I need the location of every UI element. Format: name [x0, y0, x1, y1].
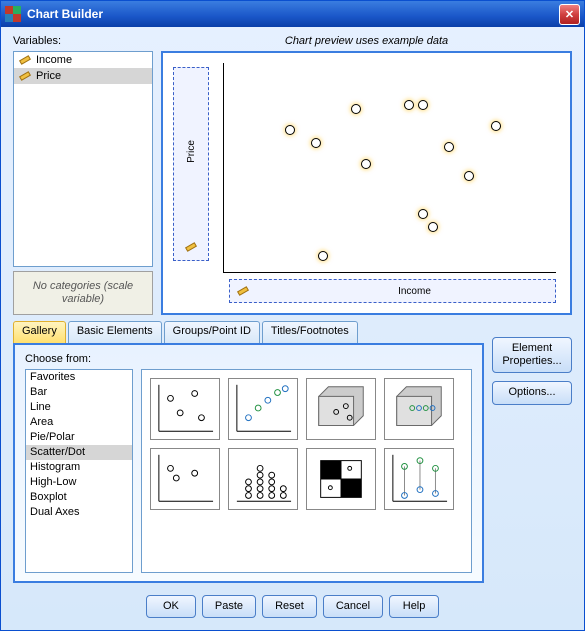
- type-item-line[interactable]: Line: [26, 400, 132, 415]
- gallery-row: FavoritesBarLineAreaPie/PolarScatter/Dot…: [25, 369, 472, 573]
- preview-dot: [444, 142, 454, 152]
- paste-button[interactable]: Paste: [202, 595, 256, 618]
- type-item-high-low[interactable]: High-Low: [26, 475, 132, 490]
- preview-dot: [404, 100, 414, 110]
- thumb-simple-dot[interactable]: [150, 448, 220, 510]
- chart-builder-window: Chart Builder ✕ Variables: Income: [0, 0, 585, 631]
- scatter-canvas: [223, 63, 556, 273]
- bottom-buttons: OK Paste Reset Cancel Help: [13, 589, 572, 622]
- close-button[interactable]: ✕: [559, 4, 580, 25]
- chart-preview[interactable]: Price Income: [161, 51, 572, 315]
- scale-icon: [18, 53, 32, 67]
- scale-icon: [184, 240, 198, 254]
- options-button[interactable]: Options...: [492, 381, 572, 404]
- content: Variables: Income Price: [1, 27, 584, 630]
- preview-dot: [311, 138, 321, 148]
- tab-titles-footnotes[interactable]: Titles/Footnotes: [262, 321, 358, 343]
- type-item-pie-polar[interactable]: Pie/Polar: [26, 430, 132, 445]
- element-properties-button[interactable]: Element Properties...: [492, 337, 572, 373]
- variables-list[interactable]: Income Price: [13, 51, 153, 267]
- thumb-stacked-dot[interactable]: [228, 448, 298, 510]
- preview-dot: [464, 171, 474, 181]
- preview-dot: [428, 222, 438, 232]
- scale-icon: [18, 69, 32, 83]
- preview-dot: [418, 209, 428, 219]
- type-item-scatter-dot[interactable]: Scatter/Dot: [26, 445, 132, 460]
- no-categories-box: No categories (scale variable): [13, 271, 153, 315]
- preview-panel: Chart preview uses example data Price: [161, 35, 572, 315]
- tabs-header: Gallery Basic Elements Groups/Point ID T…: [13, 321, 484, 343]
- preview-dot: [491, 121, 501, 131]
- variables-panel: Variables: Income Price: [13, 35, 153, 315]
- variable-name: Price: [36, 70, 61, 82]
- help-button[interactable]: Help: [389, 595, 439, 618]
- tab-groups-point-id[interactable]: Groups/Point ID: [164, 321, 260, 343]
- type-item-dual-axes[interactable]: Dual Axes: [26, 505, 132, 520]
- thumb-matrix-scatter[interactable]: [306, 448, 376, 510]
- preview-dot: [418, 100, 428, 110]
- ok-button[interactable]: OK: [146, 595, 196, 618]
- type-item-area[interactable]: Area: [26, 415, 132, 430]
- gallery-body: Choose from: FavoritesBarLineAreaPie/Pol…: [13, 343, 484, 583]
- variable-item-price[interactable]: Price: [14, 68, 152, 84]
- preview-dot: [351, 104, 361, 114]
- type-item-favorites[interactable]: Favorites: [26, 370, 132, 385]
- x-axis-label: Income: [280, 286, 549, 297]
- preview-dot: [285, 125, 295, 135]
- thumb-grouped-3d-scatter[interactable]: [384, 378, 454, 440]
- thumb-3d-scatter[interactable]: [306, 378, 376, 440]
- tab-gallery[interactable]: Gallery: [13, 321, 66, 343]
- chart-thumbnails: [141, 369, 472, 573]
- cancel-button[interactable]: Cancel: [323, 595, 383, 618]
- variable-name: Income: [36, 54, 72, 66]
- variables-label: Variables:: [13, 35, 153, 47]
- thumb-drop-line[interactable]: [384, 448, 454, 510]
- thumb-grouped-scatter[interactable]: [228, 378, 298, 440]
- x-axis-line: [223, 272, 556, 273]
- chart-type-list[interactable]: FavoritesBarLineAreaPie/PolarScatter/Dot…: [25, 369, 133, 573]
- titlebar: Chart Builder ✕: [1, 1, 584, 27]
- side-buttons: Element Properties... Options...: [492, 321, 572, 583]
- preview-dot: [318, 251, 328, 261]
- y-axis-dropzone[interactable]: Price: [173, 67, 209, 261]
- x-axis-dropzone[interactable]: Income: [229, 279, 556, 303]
- scale-icon: [236, 284, 250, 298]
- reset-button[interactable]: Reset: [262, 595, 317, 618]
- tab-basic-elements[interactable]: Basic Elements: [68, 321, 162, 343]
- app-icon: [5, 6, 21, 22]
- thumb-simple-scatter[interactable]: [150, 378, 220, 440]
- window-title: Chart Builder: [27, 7, 559, 21]
- variable-item-income[interactable]: Income: [14, 52, 152, 68]
- preview-dot: [361, 159, 371, 169]
- middle-row: Gallery Basic Elements Groups/Point ID T…: [13, 321, 572, 583]
- preview-title: Chart preview uses example data: [161, 35, 572, 51]
- type-item-boxplot[interactable]: Boxplot: [26, 490, 132, 505]
- tabs-panel: Gallery Basic Elements Groups/Point ID T…: [13, 321, 484, 583]
- top-row: Variables: Income Price: [13, 35, 572, 315]
- y-axis-line: [223, 63, 224, 273]
- type-item-histogram[interactable]: Histogram: [26, 460, 132, 475]
- choose-from-label: Choose from:: [25, 353, 472, 365]
- type-item-bar[interactable]: Bar: [26, 385, 132, 400]
- y-axis-label: Price: [180, 68, 203, 234]
